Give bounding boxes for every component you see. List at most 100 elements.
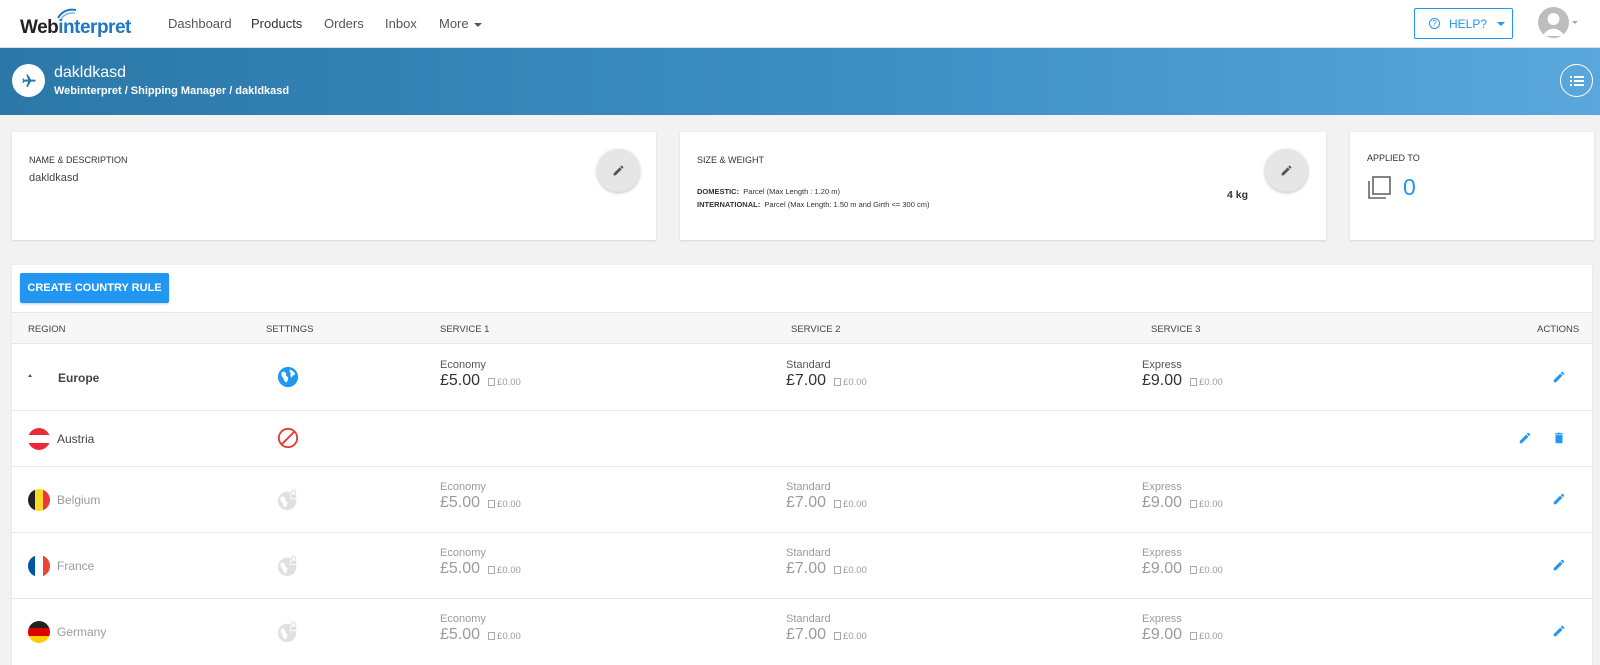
card-label: SIZE & WEIGHT	[697, 155, 765, 165]
applied-to-card: APPLIED TO 0	[1350, 132, 1594, 240]
service-price: £5.00	[440, 560, 481, 577]
top-navbar: Webinterpret Dashboard Products Orders I…	[0, 0, 1600, 48]
extra-price: £0.00	[1199, 499, 1223, 510]
pencil-icon[interactable]	[1552, 370, 1566, 384]
help-button[interactable]: ? HELP?	[1414, 8, 1513, 39]
service-price: £9.00	[1142, 494, 1183, 511]
name-value: dakldkasd	[29, 172, 79, 184]
service-name: Standard	[786, 613, 831, 625]
additional-item-price: £0.00	[488, 499, 521, 510]
service1-cell: Economy £5.00 £0.00	[440, 481, 521, 512]
globe-lock-icon[interactable]	[277, 555, 299, 577]
service-name: Economy	[440, 359, 486, 371]
pencil-icon[interactable]	[1552, 492, 1566, 506]
service-name: Express	[1142, 547, 1182, 559]
nav-more[interactable]: More	[439, 16, 482, 31]
extra-price: £0.00	[1199, 377, 1223, 388]
trash-icon[interactable]	[1552, 431, 1566, 445]
copy-icon	[1190, 632, 1198, 640]
copy-icon	[488, 378, 496, 386]
pencil-icon[interactable]	[1518, 431, 1532, 445]
service-name: Economy	[440, 481, 486, 493]
list-view-button[interactable]	[1560, 64, 1593, 97]
copy-icon	[488, 500, 496, 508]
help-label: HELP?	[1449, 16, 1488, 31]
additional-item-price: £0.00	[1190, 377, 1223, 388]
international-label: INTERNATIONAL:	[697, 200, 761, 209]
table-row[interactable]: Austria	[12, 411, 1592, 467]
table-row[interactable]: Germany Economy £5.00 £0.00 Standard £7.0…	[12, 599, 1592, 665]
applied-count[interactable]: 0	[1403, 174, 1416, 201]
table-row[interactable]: Belgium Economy £5.00 £0.00 Standard £7.0…	[12, 467, 1592, 533]
additional-item-price: £0.00	[834, 377, 867, 388]
avatar-chevron-icon[interactable]	[1572, 21, 1578, 24]
header-actions: ACTIONS	[1537, 324, 1580, 335]
copy-icon	[834, 566, 842, 574]
domestic-line: DOMESTIC: Parcel (Max Length : 1.20 m)	[697, 187, 840, 196]
nav-products[interactable]: Products	[251, 16, 302, 31]
header-settings: SETTINGS	[266, 324, 314, 335]
service-price: £7.00	[786, 626, 827, 643]
additional-item-price: £0.00	[1190, 631, 1223, 642]
create-country-rule-button[interactable]: CREATE COUNTRY RULE	[20, 273, 169, 303]
avatar[interactable]	[1538, 7, 1569, 38]
chevron-down-icon	[473, 22, 482, 27]
extra-price: £0.00	[843, 377, 867, 388]
extra-price: £0.00	[1199, 631, 1223, 642]
globe-lock-icon[interactable]	[277, 489, 299, 511]
additional-item-price: £0.00	[488, 377, 521, 388]
globe-icon[interactable]	[277, 366, 299, 388]
table-row[interactable]: France Economy £5.00 £0.00 Standard £7.00…	[12, 533, 1592, 599]
nav-inbox[interactable]: Inbox	[385, 16, 417, 31]
flag-france	[28, 555, 50, 577]
service-price: £7.00	[786, 372, 827, 389]
domestic-value: Parcel (Max Length : 1.20 m)	[743, 187, 840, 196]
nav-orders[interactable]: Orders	[324, 16, 364, 31]
page-title: dakldkasd	[54, 64, 127, 81]
service-name: Standard	[786, 481, 831, 493]
extra-price: £0.00	[843, 631, 867, 642]
logo-suffix: interpret	[58, 17, 131, 38]
service2-cell: Standard £7.00 £0.00	[786, 481, 867, 512]
copy-icon	[834, 632, 842, 640]
edit-name-button[interactable]	[597, 149, 640, 192]
additional-item-price: £0.00	[1190, 499, 1223, 510]
pencil-icon	[613, 165, 624, 176]
international-value: Parcel (Max Length: 1.50 m and Girth <= …	[764, 200, 930, 209]
additional-item-price: £0.00	[834, 631, 867, 642]
logo-text: Webinterpret	[20, 17, 131, 39]
pencil-icon[interactable]	[1552, 558, 1566, 572]
chevron-down-icon	[1497, 21, 1506, 26]
copy-icon	[1190, 378, 1198, 386]
service-price: £9.00	[1142, 626, 1183, 643]
service-price: £5.00	[440, 372, 481, 389]
service1-cell: Economy £5.00 £0.00	[440, 547, 521, 578]
header-region[interactable]: REGION	[28, 324, 65, 335]
pencil-icon[interactable]	[1552, 624, 1566, 638]
header-service3: SERVICE 3	[1151, 324, 1201, 335]
breadcrumb[interactable]: Webinterpret / Shipping Manager / dakldk…	[54, 85, 289, 97]
blocked-icon[interactable]	[277, 427, 299, 449]
nav-dashboard[interactable]: Dashboard	[168, 16, 232, 31]
service3-cell: Express £9.00 £0.00	[1142, 481, 1223, 512]
edit-size-button[interactable]	[1265, 149, 1308, 192]
service-price: £9.00	[1142, 560, 1183, 577]
additional-item-price: £0.00	[488, 565, 521, 576]
service-name: Economy	[440, 547, 486, 559]
webinterpret-logo[interactable]: Webinterpret	[20, 8, 140, 38]
international-line: INTERNATIONAL: Parcel (Max Length: 1.50 …	[697, 200, 929, 209]
weight-value: 4 kg	[1227, 189, 1249, 201]
collapse-caret-icon[interactable]	[28, 374, 32, 377]
table-row[interactable]: Europe Economy £5.00 £0.00 Standard £7.00…	[12, 344, 1592, 411]
page-header: dakldkasd Webinterpret / Shipping Manage…	[0, 48, 1600, 115]
logo-prefix: Web	[20, 17, 59, 38]
extra-price: £0.00	[497, 565, 521, 576]
service2-cell: Standard £7.00 £0.00	[786, 547, 867, 578]
globe-lock-icon[interactable]	[277, 621, 299, 643]
service3-cell: Express £9.00 £0.00	[1142, 613, 1223, 644]
copy-icon	[488, 566, 496, 574]
service3-cell: Express £9.00 £0.00	[1142, 359, 1223, 390]
domestic-label: DOMESTIC:	[697, 187, 740, 196]
additional-item-price: £0.00	[1190, 565, 1223, 576]
extra-price: £0.00	[1199, 565, 1223, 576]
